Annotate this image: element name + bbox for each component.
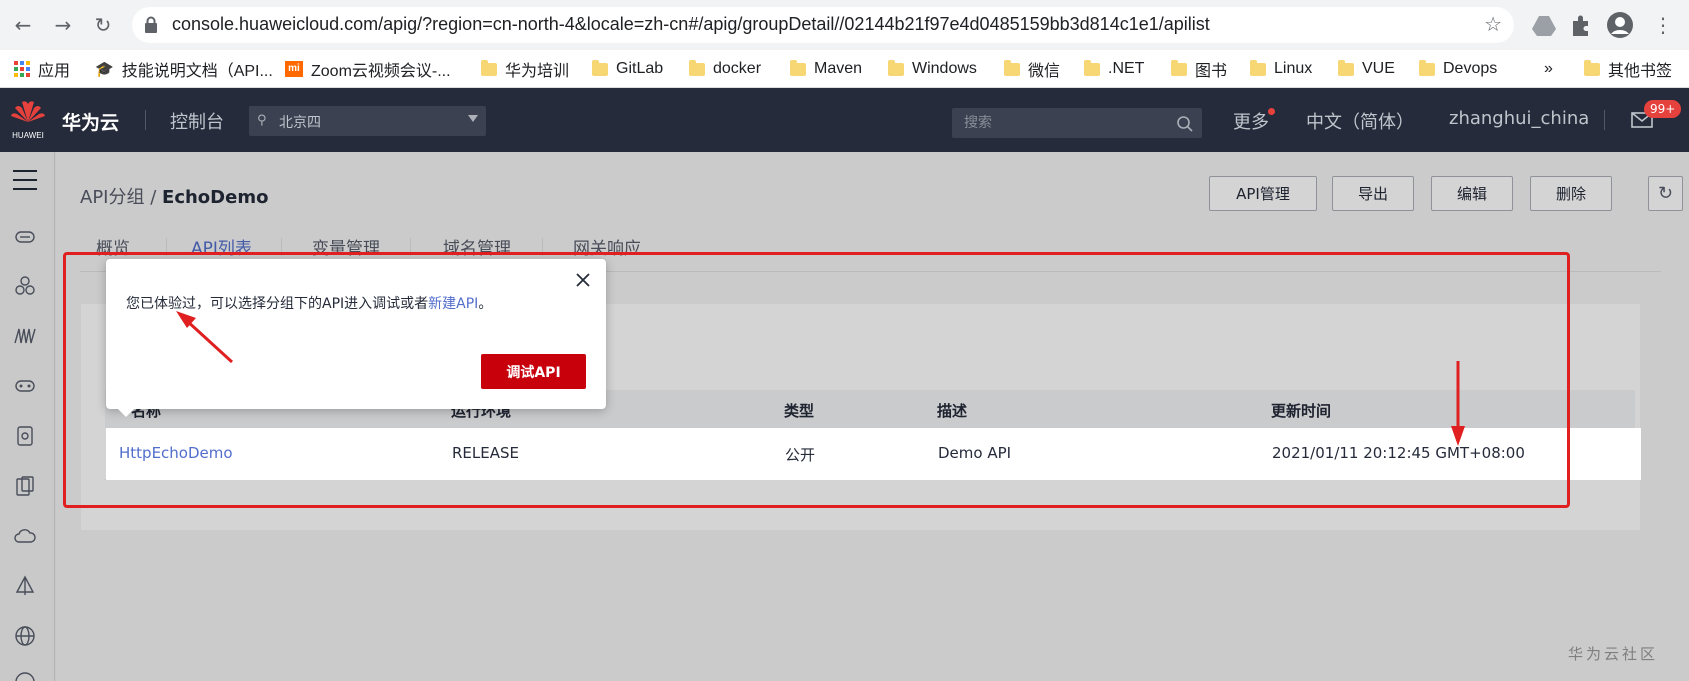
- bookmark-folder[interactable]: Maven: [790, 50, 862, 88]
- folder-icon: [888, 59, 904, 76]
- bookmark-folder[interactable]: GitLab: [592, 50, 663, 88]
- bookmark-label: .NET: [1108, 60, 1145, 77]
- extensions-puzzle-icon[interactable]: [1567, 11, 1595, 39]
- bookmark-zoom[interactable]: mi Zoom云视频会议-...: [285, 50, 451, 88]
- bookmark-folder[interactable]: Windows: [888, 50, 977, 88]
- mail-badge: 99+: [1644, 100, 1682, 118]
- bookmark-folder[interactable]: VUE: [1338, 50, 1395, 88]
- caret-down-icon: [468, 115, 478, 122]
- folder-icon: [481, 59, 497, 76]
- bookmark-folder[interactable]: 华为培训: [481, 50, 569, 88]
- bookmark-star-icon[interactable]: ☆: [1484, 12, 1502, 36]
- bookmark-label: 应用: [38, 63, 71, 80]
- folder-icon: [1004, 59, 1020, 76]
- console-header: HUAWEI 华为云 控制台 ⚲ 北京四 更多 中文（简体） zhanghui_…: [0, 88, 1689, 152]
- folder-icon: [592, 59, 608, 76]
- bookmarks-bar: 应用 🎓 技能说明文档（API... mi Zoom云视频会议-... 华为培训…: [0, 50, 1689, 88]
- divider: [1604, 110, 1605, 130]
- more-bookmarks-button[interactable]: »: [1544, 50, 1553, 88]
- bookmark-label: 华为培训: [505, 63, 570, 80]
- search-icon[interactable]: [1176, 115, 1194, 133]
- bookmark-label: docker: [713, 60, 762, 77]
- bookmark-folder[interactable]: 微信: [1004, 50, 1060, 88]
- profile-avatar-icon[interactable]: [1606, 11, 1634, 39]
- watermark: 华为云社区: [1568, 645, 1659, 663]
- folder-icon: [1171, 59, 1187, 76]
- region-value: 北京四: [279, 115, 321, 131]
- console-link[interactable]: 控制台: [170, 108, 224, 134]
- bookmark-folder[interactable]: 图书: [1171, 50, 1227, 88]
- location-pin-icon: ⚲: [257, 113, 267, 128]
- bookmark-label: Maven: [814, 60, 863, 77]
- bookmark-folder[interactable]: docker: [689, 50, 761, 88]
- annotation-highlight-box: [63, 252, 1570, 508]
- huawei-logo-icon[interactable]: HUAWEI: [8, 96, 48, 144]
- bookmark-label: Linux: [1274, 60, 1313, 77]
- bookmark-label: GitLab: [616, 60, 664, 77]
- region-select[interactable]: ⚲ 北京四: [249, 106, 486, 136]
- reload-icon[interactable]: ↻: [90, 12, 116, 38]
- bookmark-label: 技能说明文档（API...: [121, 63, 273, 80]
- folder-icon: [1419, 59, 1435, 76]
- folder-icon: [689, 59, 705, 76]
- bookmark-apps[interactable]: 应用: [14, 50, 70, 88]
- bookmark-folder[interactable]: Linux: [1250, 50, 1312, 88]
- browser-toolbar: ← → ↻ console.huaweicloud.com/apig/?regi…: [0, 0, 1689, 50]
- folder-icon: [790, 59, 806, 76]
- bookmark-label: Devops: [1443, 60, 1498, 77]
- folder-icon: [1338, 59, 1354, 76]
- apps-grid-icon: [14, 61, 30, 77]
- language-menu[interactable]: 中文（简体）: [1306, 108, 1414, 134]
- chevron-right-icon: »: [1544, 60, 1553, 77]
- bookmark-skill-docs[interactable]: 🎓 技能说明文档（API...: [95, 50, 273, 88]
- bookmark-other[interactable]: 其他书签: [1584, 50, 1672, 88]
- back-icon[interactable]: ←: [10, 12, 36, 38]
- bookmark-label: 微信: [1028, 63, 1061, 80]
- folder-icon: [1084, 59, 1100, 76]
- bookmark-folder[interactable]: Devops: [1419, 50, 1497, 88]
- bookmark-folder[interactable]: .NET: [1084, 50, 1144, 88]
- url-text: console.huaweicloud.com/apig/?region=cn-…: [172, 14, 1210, 34]
- address-bar[interactable]: console.huaweicloud.com/apig/?region=cn-…: [132, 7, 1514, 43]
- mi-logo-icon: mi: [285, 61, 303, 77]
- more-menu[interactable]: 更多: [1233, 108, 1269, 134]
- folder-icon: [1584, 59, 1600, 76]
- graduation-cap-icon: 🎓: [95, 61, 114, 78]
- browser-menu-icon[interactable]: ⋮: [1650, 12, 1676, 38]
- drive-extension-icon[interactable]: [1530, 11, 1558, 39]
- logo-text: HUAWEI: [12, 131, 44, 140]
- bookmark-label: VUE: [1362, 60, 1395, 77]
- brand-name[interactable]: 华为云: [62, 108, 119, 135]
- bookmark-label: Windows: [912, 60, 977, 77]
- divider: [145, 110, 146, 130]
- search-input[interactable]: [952, 108, 1202, 138]
- bookmark-label: 图书: [1195, 63, 1228, 80]
- forward-icon[interactable]: →: [50, 12, 76, 38]
- notification-dot: [1268, 108, 1275, 115]
- bookmark-label: Zoom云视频会议-...: [311, 63, 451, 80]
- folder-icon: [1250, 59, 1266, 76]
- user-menu[interactable]: zhanghui_china: [1449, 108, 1589, 129]
- bookmark-label: 其他书签: [1608, 63, 1673, 80]
- lock-icon: [145, 16, 157, 33]
